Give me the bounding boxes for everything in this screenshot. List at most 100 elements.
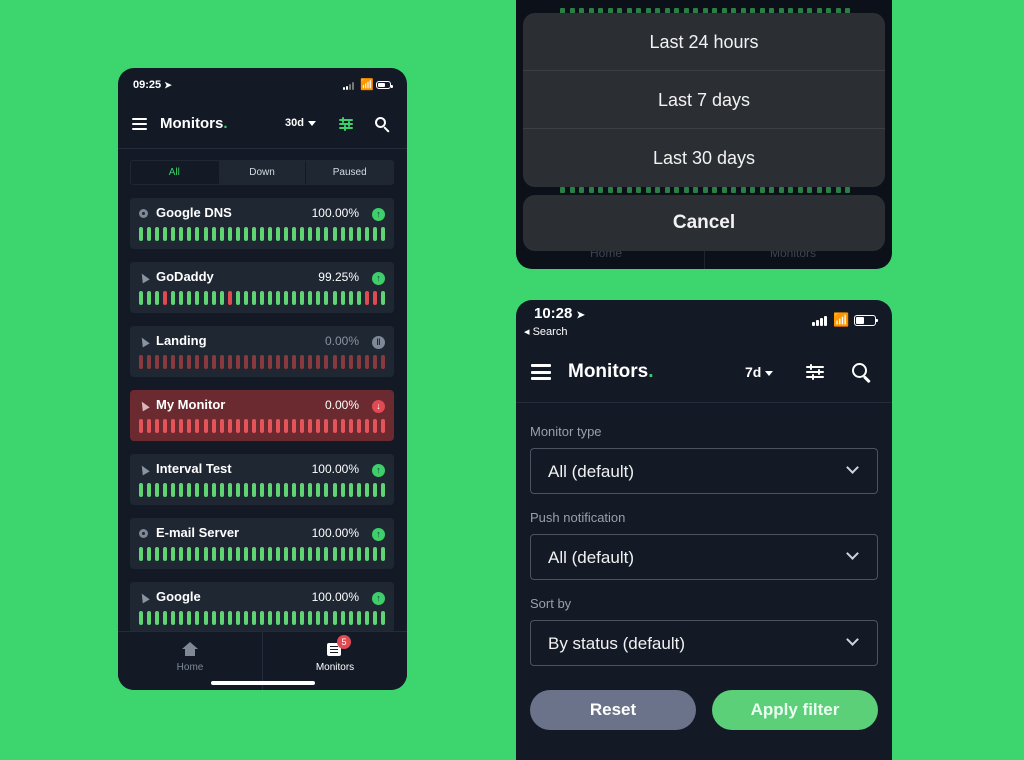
monitor-card[interactable]: Google 100.00% ↑ — [130, 582, 394, 633]
filter-icon[interactable] — [339, 117, 353, 131]
status-up-icon: ↑ — [372, 272, 385, 285]
uptime-bar — [211, 483, 216, 497]
monitor-card[interactable]: Google DNS 100.00% ↑ — [130, 198, 394, 249]
background-bar — [645, 187, 651, 193]
uptime-bars — [139, 419, 385, 433]
home-indicator — [210, 681, 315, 685]
ping-monitor-icon — [139, 529, 148, 538]
uptime-bar — [171, 483, 176, 497]
uptime-bar — [187, 355, 192, 369]
monitor-name: E-mail Server — [156, 525, 240, 540]
uptime-bar — [380, 355, 385, 369]
uptime-bar — [179, 419, 184, 433]
uptime-bar — [139, 227, 143, 241]
uptime-bar — [308, 355, 313, 369]
uptime-bar — [316, 227, 321, 241]
apply-filter-button[interactable]: Apply filter — [712, 690, 878, 730]
uptime-bar — [259, 227, 264, 241]
uptime-bar — [340, 483, 345, 497]
uptime-bar — [284, 291, 289, 305]
uptime-bar — [268, 227, 272, 241]
uptime-bar — [195, 611, 200, 625]
uptime-bar — [227, 419, 232, 433]
uptime-bar — [380, 547, 385, 561]
uptime-bar — [332, 419, 337, 433]
segment-paused[interactable]: Paused — [305, 161, 393, 184]
segment-all[interactable]: All — [131, 161, 218, 184]
uptime-bar — [259, 483, 264, 497]
uptime-bar — [284, 355, 289, 369]
uptime-bar — [251, 419, 256, 433]
back-to-search-link[interactable]: ◂ Search — [524, 325, 567, 338]
search-icon[interactable] — [375, 117, 391, 133]
option-last-7-days[interactable]: Last 7 days — [523, 71, 885, 129]
uptime-bar — [268, 419, 272, 433]
monitor-card[interactable]: My Monitor 0.00% ↓ — [130, 390, 394, 441]
filter-icon[interactable] — [806, 364, 824, 380]
background-bar — [769, 187, 774, 193]
uptime-bar — [332, 547, 337, 561]
segment-down[interactable]: Down — [217, 161, 306, 184]
uptime-bar — [268, 611, 272, 625]
uptime-bar — [284, 547, 289, 561]
uptime-bar — [203, 611, 208, 625]
reset-button[interactable]: Reset — [530, 690, 696, 730]
uptime-bar — [211, 291, 216, 305]
uptime-bar — [292, 227, 297, 241]
uptime-bars — [139, 227, 385, 241]
sort-by-select[interactable]: By status (default) — [530, 620, 878, 666]
uptime-bars — [139, 355, 385, 369]
background-bar — [569, 187, 575, 193]
uptime-bar — [203, 291, 208, 305]
uptime-bar — [308, 483, 313, 497]
menu-icon[interactable] — [132, 118, 147, 130]
monitor-name: My Monitor — [156, 397, 226, 412]
monitor-card[interactable]: E-mail Server 100.00% ↑ — [130, 518, 394, 569]
uptime-bar — [340, 611, 345, 625]
background-bar — [588, 187, 594, 193]
uptime-bar — [316, 355, 321, 369]
uptime-bar — [340, 227, 345, 241]
uptime-bar — [147, 419, 152, 433]
filter-screen: 10:28 ➤ ◂ Search 📶 Monitors. 7d Monitor … — [516, 300, 892, 760]
option-last-24-hours[interactable]: Last 24 hours — [523, 13, 885, 71]
background-bar — [797, 187, 803, 193]
uptime-bar — [372, 291, 377, 305]
uptime-bar — [203, 419, 208, 433]
monitor-name: Landing — [156, 333, 207, 348]
monitor-type-select[interactable]: All (default) — [530, 448, 878, 494]
background-bar — [598, 187, 603, 193]
uptime-bar — [259, 547, 264, 561]
monitor-card[interactable]: Interval Test 100.00% ↑ — [130, 454, 394, 505]
status-up-icon: ↑ — [372, 208, 385, 221]
uptime-bar — [292, 355, 297, 369]
push-notification-select[interactable]: All (default) — [530, 534, 878, 580]
uptime-bar — [235, 227, 240, 241]
uptime-bar — [316, 483, 321, 497]
menu-icon[interactable] — [531, 364, 551, 380]
app-title: Monitors. — [160, 115, 228, 132]
monitor-name: Interval Test — [156, 461, 232, 476]
monitor-uptime: 100.00% — [311, 526, 359, 540]
background-bar — [702, 187, 708, 193]
cancel-button[interactable]: Cancel — [523, 195, 885, 251]
uptime-bar — [219, 419, 224, 433]
search-icon[interactable] — [852, 363, 872, 384]
uptime-bar — [348, 611, 353, 625]
uptime-bar — [195, 355, 200, 369]
uptime-bar — [243, 291, 248, 305]
period-dropdown[interactable]: 7d — [745, 364, 774, 380]
uptime-bar — [324, 611, 329, 625]
monitor-card[interactable]: GoDaddy 99.25% ↑ — [130, 262, 394, 313]
period-dropdown[interactable]: 30d — [285, 117, 316, 129]
uptime-bar — [308, 611, 313, 625]
uptime-bar — [211, 355, 216, 369]
uptime-bar — [300, 547, 305, 561]
monitor-card[interactable]: Landing 0.00% ‖ — [130, 326, 394, 377]
uptime-bar — [235, 291, 240, 305]
status-time: 10:28 ➤ — [534, 305, 585, 322]
background-bar — [835, 187, 841, 193]
option-last-30-days[interactable]: Last 30 days — [523, 129, 885, 187]
background-bar — [607, 187, 613, 193]
uptime-bar — [276, 611, 281, 625]
